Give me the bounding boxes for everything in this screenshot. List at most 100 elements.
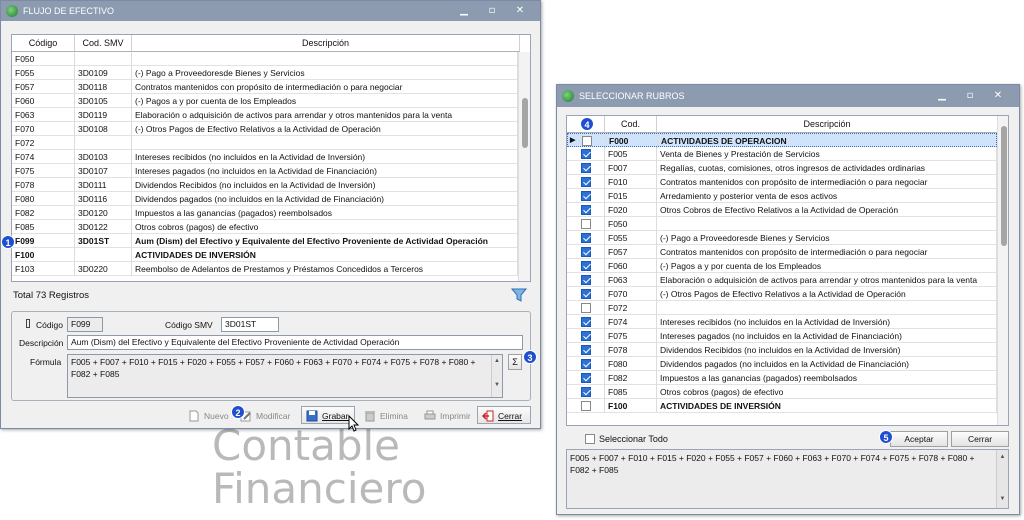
table-row[interactable]: F072 [567, 301, 997, 315]
maximize-icon[interactable]: ▫ [959, 89, 981, 103]
table-row[interactable]: ▶ F000 ACTIVIDADES DE OPERACION [567, 133, 998, 148]
row-checkbox[interactable] [581, 303, 591, 313]
code-cell: F072 [605, 301, 657, 315]
maximize-icon[interactable]: ▫ [481, 4, 503, 18]
filter-icon[interactable] [510, 287, 528, 303]
code-cell: F103 [12, 262, 75, 276]
table-row[interactable]: F050 [12, 52, 518, 66]
row-checkbox[interactable] [581, 163, 591, 173]
col-header-descripcion[interactable]: Descripción [657, 116, 998, 133]
window-titlebar[interactable]: FLUJO DE EFECTIVO ▁ ▫ ✕ [1, 1, 540, 21]
minimize-icon[interactable]: ▁ [931, 89, 953, 103]
grid-scrollbar[interactable] [997, 116, 1008, 425]
table-row[interactable]: F082 3D0120 Impuestos a las ganancias (pag… [12, 206, 518, 220]
accept-button[interactable]: Aceptar [890, 431, 948, 447]
row-checkbox[interactable] [581, 359, 591, 369]
code-cell: F063 [605, 273, 657, 287]
table-row[interactable]: F074 3D0103 Intereses recibidos (no inclui… [12, 150, 518, 164]
table-row[interactable]: F078 Dividendos Recibidos (no incluidos e… [567, 343, 997, 357]
table-row[interactable]: F080 Dividendos pagados (no incluidos en … [567, 357, 997, 371]
table-row[interactable]: F085 3D0122 Otros cobros (pagos) de efecti… [12, 220, 518, 234]
description-cell: Otros cobros (pagos) de efectivo [132, 220, 518, 234]
row-checkbox[interactable] [581, 387, 591, 397]
row-checkbox[interactable] [581, 345, 591, 355]
table-row[interactable]: F055 (-) Pago a Proveedoresde Bienes y Se… [567, 231, 997, 245]
table-row[interactable]: F060 3D0105 (-) Pagos a y por cuenta de lo… [12, 94, 518, 108]
table-row[interactable]: F100 ACTIVIDADES DE INVERSIÓN [567, 399, 997, 413]
table-row[interactable]: F075 Intereses pagados (no incluidos en l… [567, 329, 997, 343]
codigo-smv-field[interactable]: 3D01ST [221, 317, 279, 332]
row-checkbox[interactable] [581, 177, 591, 187]
table-row[interactable]: F070 3D0108 (-) Otros Pagos de Efectivo Re… [12, 122, 518, 136]
row-checkbox[interactable] [581, 261, 591, 271]
table-row[interactable]: F103 3D0220 Reembolso de Adelantos de Pres… [12, 262, 518, 276]
row-checkbox[interactable] [581, 219, 591, 229]
descripcion-field[interactable]: Aum (Dism) del Efectivo y Equivalente de… [67, 335, 523, 350]
table-row[interactable]: F099 3D01ST Aum (Dism) del Efectivo y Equi… [12, 234, 518, 248]
col-header-codigo[interactable]: Código [12, 35, 75, 52]
imprimir-button[interactable]: Imprimir [419, 406, 477, 424]
formula-preview[interactable]: F005 + F007 + F010 + F015 + F020 + F055 … [566, 449, 1009, 509]
col-header-descripcion[interactable]: Descripción [132, 35, 520, 52]
table-row[interactable]: F078 3D0111 Dividendos Recibidos (no inclu… [12, 178, 518, 192]
table-row[interactable]: F100 ACTIVIDADES DE INVERSIÓN [12, 248, 518, 262]
grid-scrollbar[interactable] [518, 52, 530, 281]
table-row[interactable]: F005 Venta de Bienes y Prestación de Serv… [567, 147, 997, 161]
close-icon[interactable]: ✕ [509, 4, 531, 18]
cerrar-button[interactable]: Cerrar [477, 406, 531, 424]
formula-editor-button[interactable]: Σ [508, 354, 522, 370]
row-checkbox[interactable] [581, 317, 591, 327]
grabar-label: Grabar [322, 411, 349, 421]
row-checkbox[interactable] [581, 233, 591, 243]
elimina-button[interactable]: Elimina [359, 406, 413, 424]
table-row[interactable]: F055 3D0109 (-) Pago a Proveedoresde Biene… [12, 66, 518, 80]
table-row[interactable]: F075 3D0107 Intereses pagados (no incluido… [12, 164, 518, 178]
scrollbar-thumb[interactable] [522, 98, 528, 148]
table-row[interactable]: F060 (-) Pagos a y por cuenta de los Empl… [567, 259, 997, 273]
minimize-icon[interactable]: ▁ [453, 4, 475, 18]
row-checkbox[interactable] [581, 289, 591, 299]
step-badge-1: 1 [1, 235, 15, 249]
code-cell: F050 [605, 217, 657, 231]
formula-preview-scrollbar[interactable]: ▲ ▼ [996, 450, 1008, 508]
row-checkbox[interactable] [582, 136, 592, 146]
rubros-grid[interactable]: Cod. Descripción ▶ F000 ACTIVIDADES DE OPE… [566, 115, 1009, 426]
table-row[interactable]: F074 Intereses recibidos (no incluidos en… [567, 315, 997, 329]
table-row[interactable]: F063 3D0119 Elaboración o adquisición de a… [12, 108, 518, 122]
codigo-field[interactable]: F099 [67, 317, 103, 332]
table-row[interactable]: F007 Regalías, cuotas, comisiones, otros … [567, 161, 997, 175]
row-checkbox[interactable] [581, 373, 591, 383]
col-header-cod[interactable]: Cod. [605, 116, 657, 133]
table-row[interactable]: F085 Otros cobros (pagos) de efectivo [567, 385, 997, 399]
scrollbar-thumb[interactable] [1001, 126, 1007, 246]
grabar-button[interactable]: Grabar [301, 406, 355, 424]
description-cell: Dividendos Recibidos (no incluidos en la… [657, 343, 997, 357]
row-checkbox[interactable] [581, 191, 591, 201]
row-checkbox[interactable] [581, 205, 591, 215]
close-icon[interactable]: ✕ [987, 89, 1009, 103]
close-button[interactable]: Cerrar [951, 431, 1009, 447]
table-row[interactable]: F057 3D0118 Contratos mantenidos con propó… [12, 80, 518, 94]
row-checkbox[interactable] [581, 275, 591, 285]
table-row[interactable]: F057 Contratos mantenidos con propósito d… [567, 245, 997, 259]
table-row[interactable]: F070 (-) Otros Pagos de Efectivo Relativo… [567, 287, 997, 301]
table-row[interactable]: F010 Contratos mantenidos con propósito d… [567, 175, 997, 189]
table-row[interactable]: F082 Impuestos a las ganancias (pagados) … [567, 371, 997, 385]
table-row[interactable]: F063 Elaboración o adquisición de activos… [567, 273, 997, 287]
table-row[interactable]: F020 Otros Cobros de Efectivo Relativos a… [567, 203, 997, 217]
table-row[interactable]: F080 3D0116 Dividendos pagados (no incluid… [12, 192, 518, 206]
table-row[interactable]: F015 Arredamiento y posterior venta de es… [567, 189, 997, 203]
nuevo-button[interactable]: Nuevo [183, 406, 233, 424]
formula-field[interactable]: F005 + F007 + F010 + F015 + F020 + F055 … [67, 354, 503, 398]
row-checkbox[interactable] [581, 149, 591, 159]
row-checkbox[interactable] [581, 247, 591, 257]
col-header-cod-smv[interactable]: Cod. SMV [75, 35, 132, 52]
table-row[interactable]: F050 [567, 217, 997, 231]
select-all-checkbox[interactable] [585, 434, 595, 444]
table-row[interactable]: F072 [12, 136, 518, 150]
row-checkbox[interactable] [581, 401, 591, 411]
window-titlebar[interactable]: SELECCIONAR RUBROS ▁ ▫ ✕ [557, 85, 1019, 107]
row-checkbox[interactable] [581, 331, 591, 341]
formula-scrollbar[interactable]: ▲ ▼ [491, 355, 502, 397]
records-grid[interactable]: Código Cod. SMV Descripción F050 F055 3D01… [11, 34, 531, 282]
